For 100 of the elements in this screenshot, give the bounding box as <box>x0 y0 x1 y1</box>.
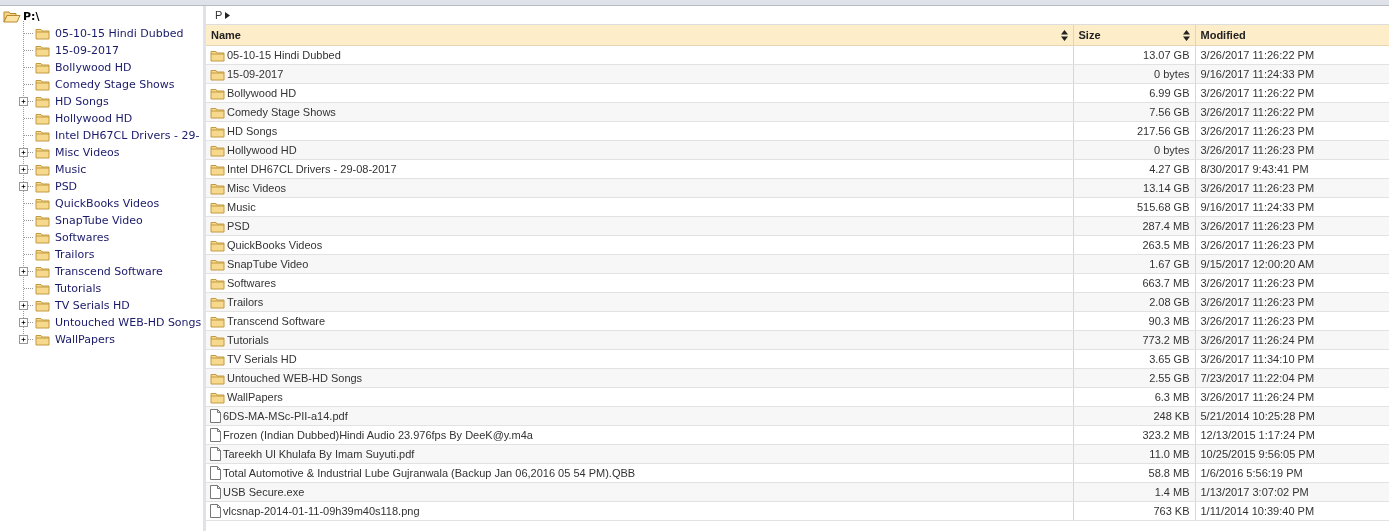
tree-item[interactable]: Transcend Software <box>55 265 163 278</box>
size-cell: 6.99 GB <box>1073 83 1195 103</box>
folder-icon <box>35 265 50 278</box>
folder-icon <box>35 333 50 346</box>
tree-item[interactable]: 05-10-15 Hindi Dubbed <box>55 27 184 40</box>
tree-item[interactable]: HD Songs <box>55 95 109 108</box>
tree-item[interactable]: 15-09-2017 <box>55 44 119 57</box>
folder-icon <box>35 146 50 159</box>
modified-cell: 3/26/2017 11:26:23 PM <box>1195 273 1389 293</box>
sort-icon <box>1060 29 1068 41</box>
tree-item[interactable]: Comedy Stage Shows <box>55 78 175 91</box>
tree-item[interactable]: Hollywood HD <box>55 112 133 125</box>
modified-cell: 3/26/2017 11:26:23 PM <box>1195 121 1389 141</box>
size-cell: 323.2 MB <box>1073 425 1195 445</box>
folder-icon <box>210 238 225 252</box>
expand-icon[interactable] <box>19 182 28 191</box>
file-name[interactable]: PSD <box>227 220 250 232</box>
folder-icon <box>35 299 50 312</box>
file-name[interactable]: Comedy Stage Shows <box>227 106 336 118</box>
tree-item[interactable]: Untouched WEB-HD Songs <box>55 316 202 329</box>
folder-icon <box>210 371 225 385</box>
size-cell: 58.8 MB <box>1073 463 1195 483</box>
tree-item[interactable]: Bollywood HD <box>55 61 132 74</box>
expand-icon[interactable] <box>19 318 28 327</box>
modified-cell: 1/11/2014 10:39:40 PM <box>1195 501 1389 521</box>
tree-item[interactable]: Tutorials <box>55 282 102 295</box>
tree-item[interactable]: Trailors <box>55 248 95 261</box>
drive-label[interactable]: P:\ <box>23 10 40 23</box>
size-cell: 6.3 MB <box>1073 387 1195 407</box>
folder-icon <box>35 27 50 40</box>
folder-icon <box>35 95 50 108</box>
tree-item[interactable]: SnapTube Video <box>55 214 143 227</box>
file-name[interactable]: Bollywood HD <box>227 87 297 99</box>
folder-icon <box>210 162 225 176</box>
folder-icon <box>210 295 225 309</box>
file-name[interactable]: Untouched WEB-HD Songs <box>227 372 363 384</box>
document-icon <box>210 409 221 423</box>
file-name[interactable]: Trailors <box>227 296 264 308</box>
file-name[interactable]: vlcsnap-2014-01-11-09h39m40s118.png <box>223 505 420 517</box>
file-name[interactable]: QuickBooks Videos <box>227 239 323 251</box>
modified-cell: 3/26/2017 11:26:24 PM <box>1195 387 1389 407</box>
column-header[interactable]: Name <box>206 25 1073 46</box>
file-name[interactable]: Tutorials <box>227 334 269 346</box>
file-name[interactable]: TV Serials HD <box>227 353 297 365</box>
file-name[interactable]: Music <box>227 201 256 213</box>
folder-icon <box>35 282 50 295</box>
folder-icon <box>210 390 225 404</box>
tree-item[interactable]: TV Serials HD <box>55 299 130 312</box>
file-name[interactable]: 05-10-15 Hindi Dubbed <box>227 49 341 61</box>
file-name[interactable]: HD Songs <box>227 125 278 137</box>
folder-icon <box>35 78 50 91</box>
tree-item[interactable]: QuickBooks Videos <box>55 197 160 210</box>
size-cell: 13.07 GB <box>1073 45 1195 65</box>
expand-icon[interactable] <box>19 335 28 344</box>
folder-icon <box>35 197 50 210</box>
folder-icon <box>35 44 50 57</box>
file-name[interactable]: Transcend Software <box>227 315 326 327</box>
folder-icon <box>210 314 225 328</box>
file-name[interactable]: Hollywood HD <box>227 144 297 156</box>
expand-icon[interactable] <box>19 267 28 276</box>
expand-icon[interactable] <box>19 301 28 310</box>
tree-item[interactable]: Music <box>55 163 87 176</box>
folder-icon <box>210 257 225 271</box>
column-header[interactable]: Size <box>1073 25 1195 46</box>
column-header[interactable]: Modified <box>1195 25 1389 46</box>
tree-item[interactable]: Softwares <box>55 231 110 244</box>
file-name[interactable]: Softwares <box>227 277 276 289</box>
folder-icon <box>210 124 225 138</box>
tree-item[interactable]: Misc Videos <box>55 146 120 159</box>
file-name[interactable]: 15-09-2017 <box>227 68 284 80</box>
expand-icon[interactable] <box>19 165 28 174</box>
document-icon <box>210 466 221 480</box>
size-cell: 90.3 MB <box>1073 311 1195 331</box>
folder-icon <box>35 112 50 125</box>
tree-item[interactable]: PSD <box>55 180 78 193</box>
tree-item[interactable]: WallPapers <box>55 333 115 346</box>
file-name[interactable]: SnapTube Video <box>227 258 309 270</box>
folder-icon <box>210 200 225 214</box>
document-icon <box>210 504 221 518</box>
file-name[interactable]: Intel DH67CL Drivers - 29-08-2017 <box>227 163 397 175</box>
folder-icon <box>35 214 50 227</box>
size-cell: 3.65 GB <box>1073 349 1195 369</box>
file-name[interactable]: Frozen (Indian Dubbed)Hindi Audio 23.976fps By DeeK@y.m4a <box>223 429 533 441</box>
file-name[interactable]: Misc Videos <box>227 182 287 194</box>
expand-icon[interactable] <box>19 148 28 157</box>
document-icon <box>210 428 221 442</box>
file-name[interactable]: 6DS-MA-MSc-PII-a14.pdf <box>223 410 348 422</box>
breadcrumb-item[interactable]: P <box>215 9 223 21</box>
expand-icon[interactable] <box>19 97 28 106</box>
folder-icon <box>210 333 225 347</box>
file-name[interactable]: Total Automotive & Industrial Lube Gujranwala (Backup Jan 06,2016 05 54 PM).QBB <box>223 467 636 479</box>
tree-item[interactable]: Intel DH67CL Drivers - 29- <box>55 129 200 142</box>
file-name[interactable]: WallPapers <box>227 391 283 403</box>
modified-cell: 12/13/2015 1:17:24 PM <box>1195 425 1389 445</box>
folder-icon <box>210 105 225 119</box>
file-name[interactable]: USB Secure.exe <box>223 486 305 498</box>
file-name[interactable]: Tareekh Ul Khulafa By Imam Suyuti.pdf <box>223 448 415 460</box>
modified-cell: 9/16/2017 11:24:33 PM <box>1195 197 1389 217</box>
folder-icon <box>35 316 50 329</box>
folder-icon <box>35 180 50 193</box>
